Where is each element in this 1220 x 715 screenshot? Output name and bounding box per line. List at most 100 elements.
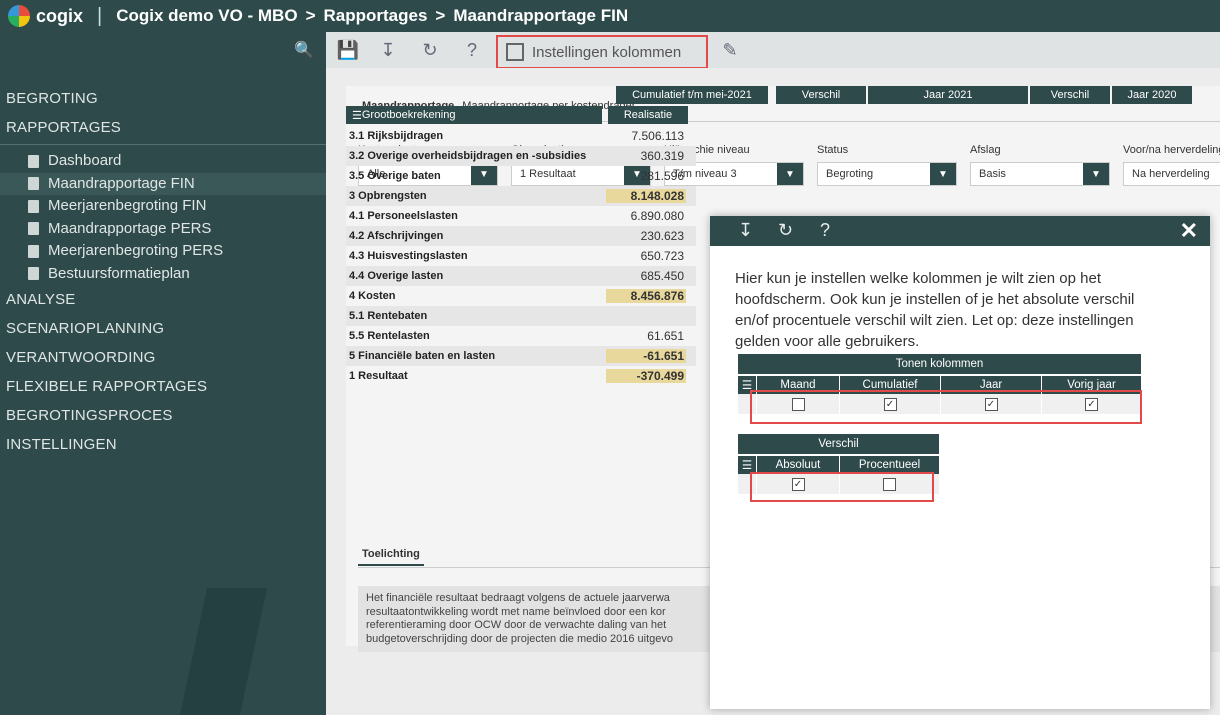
- sidebar-item[interactable]: INSTELLINGEN: [0, 430, 326, 459]
- column-group-header: Cumulatief t/m mei-2021: [616, 86, 768, 104]
- table-row[interactable]: 3 Opbrengsten 8.148.028: [346, 186, 696, 206]
- filter-select[interactable]: Na herverdeling▼: [1123, 162, 1220, 186]
- row-label: 3.2 Overige overheidsbijdragen en -subsi…: [349, 150, 587, 162]
- cogix-logo[interactable]: cogix: [8, 5, 83, 27]
- row-value: -61.651: [606, 349, 686, 363]
- column-header-label: Grootboekrekening: [361, 109, 456, 121]
- sidebar-item[interactable]: VERANTWOORDING: [0, 343, 326, 372]
- sidebar: BEGROTING RAPPORTAGES Dashboard Maandrappo…: [0, 68, 326, 715]
- breadcrumb-item[interactable]: Cogix demo VO - MBO: [116, 6, 297, 26]
- table-row[interactable]: 3.5 Overige baten 281.596: [346, 166, 696, 186]
- breadcrumb-separator: >: [305, 6, 316, 25]
- table-row[interactable]: 3.1 Rijksbijdragen 7.506.113: [346, 126, 696, 146]
- row-value: 6.890.080: [630, 209, 684, 223]
- sidebar-search: 🔍: [0, 32, 326, 68]
- chevron-down-icon[interactable]: ▼: [1083, 163, 1109, 185]
- document-icon: [28, 199, 39, 213]
- column-group-header: Jaar 2020: [1112, 86, 1192, 104]
- download-icon[interactable]: ↧: [376, 38, 400, 62]
- refresh-icon[interactable]: ↻: [418, 38, 442, 62]
- row-value: 360.319: [640, 149, 684, 163]
- logo-mark: [8, 5, 30, 27]
- help-icon[interactable]: ?: [820, 220, 830, 241]
- breadcrumb-item[interactable]: Maandrapportage FIN: [453, 6, 628, 26]
- chevron-down-icon[interactable]: ▼: [930, 163, 956, 185]
- sidebar-item[interactable]: FLEXIBELE RAPPORTAGES: [0, 372, 326, 401]
- table-row[interactable]: 5.5 Rentelasten 61.651: [346, 326, 696, 346]
- save-icon[interactable]: 💾: [336, 38, 360, 62]
- filter-group: Status Begroting ▼: [817, 144, 957, 186]
- sidebar-subitem[interactable]: Maandrapportage FIN: [0, 172, 326, 195]
- sidebar-subitem-label: Maandrapportage FIN: [48, 174, 195, 192]
- dialog-description: Hier kun je instellen welke kolommen je …: [735, 270, 1135, 350]
- table-row[interactable]: 5 Financiële baten en lasten -61.651: [346, 346, 696, 366]
- filter-label: Status: [817, 144, 849, 156]
- menu-icon[interactable]: ☰: [352, 109, 362, 122]
- highlight-box: [750, 472, 934, 502]
- row-value: 281.596: [640, 169, 684, 183]
- breadcrumb: Cogix demo VO - MBO > Rapportages > Maandrap…: [116, 6, 628, 26]
- row-value: 61.651: [647, 329, 684, 343]
- row-value: -370.499: [606, 369, 686, 383]
- filter-select[interactable]: Basis ▼: [970, 162, 1110, 186]
- table-row[interactable]: 4.2 Afschrijvingen 230.623: [346, 226, 696, 246]
- sidebar-item[interactable]: SCENARIOPLANNING: [0, 314, 326, 343]
- refresh-icon[interactable]: ↻: [778, 220, 793, 241]
- table-row[interactable]: 4 Kosten 8.456.876: [346, 286, 696, 306]
- filter-value: Begroting: [826, 168, 874, 180]
- row-value: 8.148.028: [606, 189, 686, 203]
- filter-label: Afslag: [970, 144, 1001, 156]
- filter-select[interactable]: Begroting ▼: [817, 162, 957, 186]
- tab-toelichting[interactable]: Toelichting: [358, 548, 424, 566]
- sidebar-subitem[interactable]: Bestuursformatieplan: [0, 263, 326, 286]
- sidebar-subitem-label: Meerjarenbegroting FIN: [48, 197, 207, 214]
- search-icon[interactable]: 🔍: [294, 40, 314, 60]
- column-group-header: Verschil: [776, 86, 866, 104]
- dialog-header: ↧ ↻ ? ✕: [710, 216, 1210, 246]
- download-icon[interactable]: ↧: [738, 220, 753, 241]
- row-label: 3.1 Rijksbijdragen: [349, 130, 444, 142]
- sidebar-subitem[interactable]: Dashboard: [0, 150, 326, 173]
- column-settings-dialog: ↧ ↻ ? ✕ Hier kun je instellen welke kolo…: [710, 216, 1210, 709]
- sidebar-item-begroting[interactable]: BEGROTING: [0, 84, 326, 113]
- filter-value: Na herverdeling: [1132, 168, 1210, 180]
- decorative-shape: [172, 588, 268, 715]
- row-value: 650.723: [640, 249, 684, 263]
- breadcrumb-item[interactable]: Rapportages: [324, 6, 428, 26]
- separator: |: [97, 4, 103, 27]
- row-label: 4.1 Personeelslasten: [349, 210, 458, 222]
- columns-icon: [506, 43, 524, 61]
- row-value: 230.623: [640, 229, 684, 243]
- sidebar-subitem-label: Meerjarenbegroting PERS: [48, 242, 224, 259]
- sidebar-subitem-label: Dashboard: [48, 152, 122, 169]
- document-icon: [28, 267, 39, 281]
- table-row[interactable]: 4.4 Overige lasten 685.450: [346, 266, 696, 286]
- top-bar: cogix | Cogix demo VO - MBO > Rapportages >…: [0, 0, 1220, 32]
- sidebar-item[interactable]: BEGROTINGSPROCES: [0, 401, 326, 430]
- table-row[interactable]: 3.2 Overige overheidsbijdragen en -subsi…: [346, 146, 696, 166]
- column-settings-button[interactable]: Instellingen kolommen: [496, 35, 708, 69]
- sidebar-item-rapportages[interactable]: RAPPORTAGES: [0, 113, 326, 142]
- close-button[interactable]: ✕: [1180, 218, 1198, 244]
- column-group-header: Verschil: [1030, 86, 1110, 104]
- sidebar-item[interactable]: ANALYSE: [0, 285, 326, 314]
- edit-icon[interactable]: ✎: [718, 38, 742, 62]
- column-settings-label: Instellingen kolommen: [532, 43, 682, 61]
- sidebar-subitem[interactable]: Meerjarenbegroting FIN: [0, 195, 326, 218]
- table-row[interactable]: 5.1 Rentebaten: [346, 306, 696, 326]
- row-value: 685.450: [640, 269, 684, 283]
- filter-label: Voor/na herverdeling: [1123, 144, 1220, 156]
- document-icon: [28, 154, 39, 168]
- table-row[interactable]: 4.1 Personeelslasten 6.890.080: [346, 206, 696, 226]
- sidebar-subitem[interactable]: Meerjarenbegroting PERS: [0, 240, 326, 263]
- sidebar-subitem[interactable]: Maandrapportage PERS: [0, 218, 326, 241]
- row-value: 8.456.876: [606, 289, 686, 303]
- column-header-grootboek[interactable]: ☰ Grootboekrekening: [346, 106, 602, 124]
- help-icon[interactable]: ?: [460, 38, 484, 62]
- table-row[interactable]: 1 Resultaat -370.499: [346, 366, 696, 386]
- row-label: 5.1 Rentebaten: [349, 310, 428, 322]
- row-label: 1 Resultaat: [349, 370, 408, 382]
- chevron-down-icon[interactable]: ▼: [777, 163, 803, 185]
- row-label: 3.5 Overige baten: [349, 170, 441, 182]
- table-row[interactable]: 4.3 Huisvestingslasten 650.723: [346, 246, 696, 266]
